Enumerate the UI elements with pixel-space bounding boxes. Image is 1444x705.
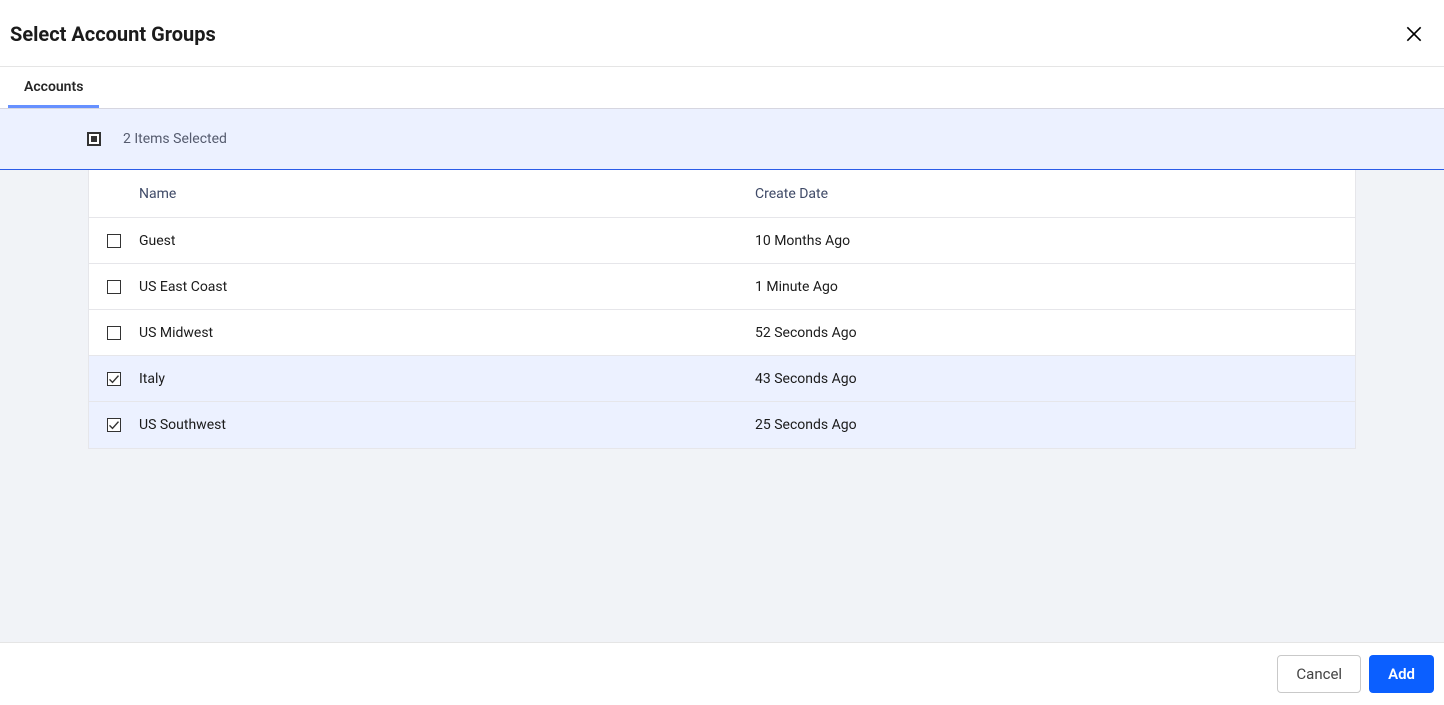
modal-footer: Cancel Add [0,642,1444,705]
table-row[interactable]: US Midwest52 Seconds Ago [89,310,1355,356]
selection-bar: 2 Items Selected [0,108,1444,170]
row-checkbox-cell [89,280,139,294]
cancel-button-label: Cancel [1296,665,1342,683]
row-name: US Midwest [139,325,755,341]
table-row[interactable]: US Southwest25 Seconds Ago [89,402,1355,448]
close-button[interactable] [1400,20,1428,48]
row-name: US Southwest [139,417,755,433]
row-create-date: 25 Seconds Ago [755,417,1355,433]
table-row[interactable]: US East Coast1 Minute Ago [89,264,1355,310]
modal-header: Select Account Groups [0,0,1444,67]
row-name: Guest [139,233,755,249]
column-header-create-date[interactable]: Create Date [755,186,1355,202]
row-checkbox[interactable] [107,234,121,248]
modal-body: Name Create Date Guest10 Months AgoUS Ea… [0,170,1444,642]
row-checkbox-cell [89,234,139,248]
cancel-button[interactable]: Cancel [1277,655,1361,693]
row-checkbox[interactable] [107,326,121,340]
checkbox-indeterminate-icon [91,136,97,142]
row-create-date: 52 Seconds Ago [755,325,1355,341]
check-icon [108,419,120,431]
row-checkbox[interactable] [107,280,121,294]
row-checkbox[interactable] [107,418,121,432]
close-icon [1404,24,1424,44]
row-checkbox-cell [89,418,139,432]
tab-accounts[interactable]: Accounts [8,67,99,108]
row-checkbox-cell [89,326,139,340]
column-header-name[interactable]: Name [139,186,755,202]
modal-title: Select Account Groups [10,22,216,46]
row-checkbox[interactable] [107,372,121,386]
row-name: US East Coast [139,279,755,295]
tab-bar: Accounts [0,67,1444,108]
add-button-label: Add [1388,665,1415,683]
add-button[interactable]: Add [1369,655,1434,693]
row-name: Italy [139,371,755,387]
select-account-groups-modal: Select Account Groups Accounts 2 Items S… [0,0,1444,705]
table-row[interactable]: Guest10 Months Ago [89,218,1355,264]
check-icon [108,373,120,385]
row-checkbox-cell [89,372,139,386]
row-create-date: 43 Seconds Ago [755,371,1355,387]
account-groups-table: Name Create Date Guest10 Months AgoUS Ea… [88,170,1356,449]
tab-label: Accounts [24,79,83,95]
table-row[interactable]: Italy43 Seconds Ago [89,356,1355,402]
select-all-checkbox[interactable] [87,132,101,146]
table-header-row: Name Create Date [89,170,1355,218]
selection-count-text: 2 Items Selected [123,131,227,147]
row-create-date: 1 Minute Ago [755,279,1355,295]
row-create-date: 10 Months Ago [755,233,1355,249]
